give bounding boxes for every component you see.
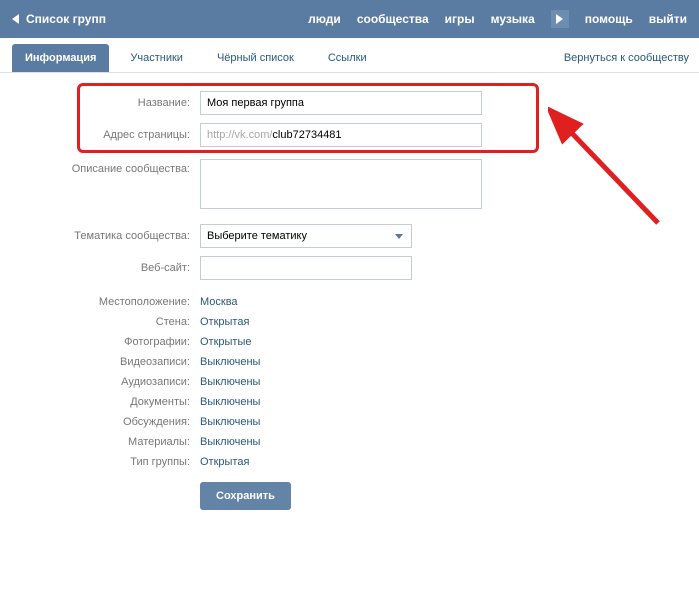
materials-value[interactable]: Выключены <box>200 436 260 448</box>
top-nav-links: люди сообщества игры музыка помощь выйти <box>308 10 687 28</box>
back-to-community-link[interactable]: Вернуться к сообществу <box>564 44 689 72</box>
tab-members[interactable]: Участники <box>117 44 196 72</box>
setting-label: Аудиозаписи: <box>0 376 200 388</box>
address-field-wrap: http://vk.com/ <box>200 123 482 147</box>
photos-value[interactable]: Открытые <box>200 336 252 348</box>
back-to-groups[interactable]: Список групп <box>12 12 106 26</box>
description-label: Описание сообщества: <box>0 159 200 175</box>
setting-label: Видеозаписи: <box>0 356 200 368</box>
address-label: Адрес страницы: <box>0 129 200 141</box>
theme-select[interactable]: Выберите тематику <box>200 224 412 248</box>
nav-logout[interactable]: выйти <box>649 12 687 26</box>
location-value[interactable]: Москва <box>200 296 238 308</box>
setting-label: Тип группы: <box>0 456 200 468</box>
videos-value[interactable]: Выключены <box>200 356 260 368</box>
website-input[interactable] <box>200 256 412 280</box>
group-type-value[interactable]: Открытая <box>200 456 249 468</box>
tab-blacklist[interactable]: Чёрный список <box>204 44 307 72</box>
tab-links[interactable]: Ссылки <box>315 44 380 72</box>
top-nav-bar: Список групп люди сообщества игры музыка… <box>0 0 699 38</box>
nav-more-button[interactable] <box>551 10 569 28</box>
address-prefix: http://vk.com/ <box>201 129 272 141</box>
back-triangle-icon <box>12 14 19 24</box>
theme-label: Тематика сообщества: <box>0 230 200 242</box>
setting-label: Обсуждения: <box>0 416 200 428</box>
address-input[interactable] <box>272 129 481 141</box>
website-label: Веб-сайт: <box>0 262 200 274</box>
setting-label: Документы: <box>0 396 200 408</box>
tab-information[interactable]: Информация <box>12 44 109 72</box>
nav-people[interactable]: люди <box>308 12 341 26</box>
setting-label: Фотографии: <box>0 336 200 348</box>
triangle-right-icon <box>556 14 563 24</box>
name-input[interactable] <box>200 91 482 115</box>
nav-music[interactable]: музыка <box>491 12 535 26</box>
name-label: Название: <box>0 97 200 109</box>
wall-value[interactable]: Открытая <box>200 316 249 328</box>
nav-help[interactable]: помощь <box>585 12 633 26</box>
theme-select-value: Выберите тематику <box>207 230 307 242</box>
tab-bar: Информация Участники Чёрный список Ссылк… <box>0 40 699 73</box>
settings-form: Название: Адрес страницы: http://vk.com/… <box>0 73 699 538</box>
setting-label: Материалы: <box>0 436 200 448</box>
setting-label: Стена: <box>0 316 200 328</box>
nav-games[interactable]: игры <box>445 12 475 26</box>
save-button[interactable]: Сохранить <box>200 482 291 510</box>
nav-communities[interactable]: сообщества <box>357 12 429 26</box>
description-input[interactable] <box>200 159 482 209</box>
documents-value[interactable]: Выключены <box>200 396 260 408</box>
groups-list-title: Список групп <box>26 12 106 26</box>
discussions-value[interactable]: Выключены <box>200 416 260 428</box>
audio-value[interactable]: Выключены <box>200 376 260 388</box>
chevron-down-icon <box>395 234 403 239</box>
setting-label: Местоположение: <box>0 296 200 308</box>
